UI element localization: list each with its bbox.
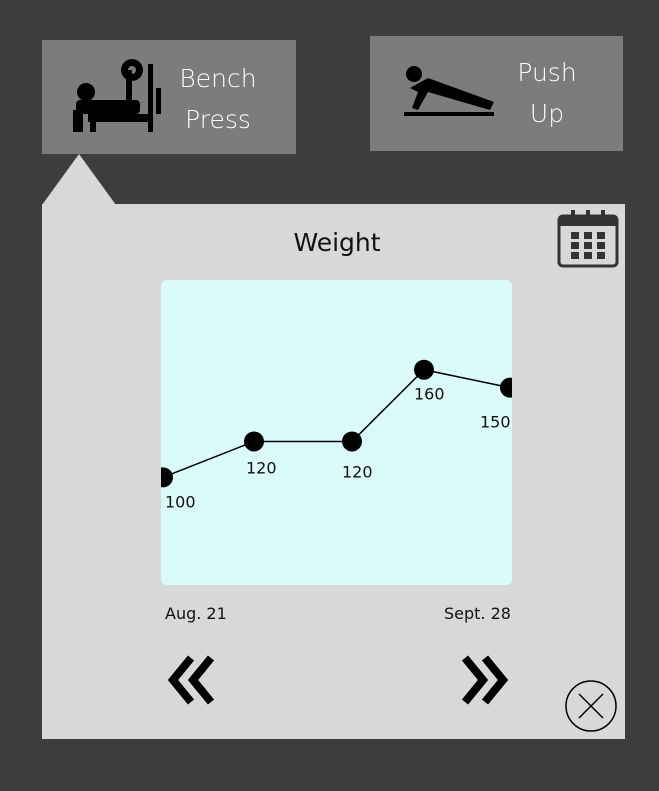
exercise-label: Push Up [517, 58, 577, 128]
x-start-label: Aug. 21 [165, 604, 227, 623]
data-point[interactable] [342, 431, 362, 452]
data-label: 120 [246, 458, 277, 477]
exercise-label: Bench Press [179, 64, 257, 134]
close-button[interactable] [563, 678, 619, 738]
panel-pointer [42, 154, 116, 205]
data-point[interactable] [244, 431, 264, 452]
exercise-detail-panel: Weight 100 120 120 160 150 Aug. 21 Sept. 28 [42, 204, 625, 739]
data-label: 100 [165, 492, 196, 511]
weight-chart: 100 120 120 160 150 [161, 280, 512, 585]
next-button[interactable] [459, 654, 509, 710]
weight-chart-svg: 100 120 120 160 150 [161, 359, 512, 511]
previous-button[interactable] [167, 654, 217, 710]
data-label: 120 [342, 462, 373, 481]
data-label: 150 [480, 413, 511, 432]
data-point[interactable] [414, 359, 434, 380]
double-chevron-right-icon [461, 655, 509, 705]
exercise-tile-push-up[interactable]: Push Up [370, 36, 623, 151]
close-circle-icon [565, 680, 617, 732]
panel-title: Weight [293, 228, 381, 257]
x-end-label: Sept. 28 [444, 604, 511, 623]
data-label: 160 [414, 385, 445, 404]
exercise-tile-bench-press[interactable]: Bench Press [42, 40, 296, 154]
bench-press-icon [68, 52, 168, 138]
push-up-icon [402, 62, 496, 124]
double-chevron-left-icon [167, 655, 215, 705]
calendar-icon[interactable] [557, 208, 619, 272]
data-point[interactable] [161, 467, 173, 488]
series-line [162, 368, 511, 479]
data-point[interactable] [500, 377, 512, 398]
